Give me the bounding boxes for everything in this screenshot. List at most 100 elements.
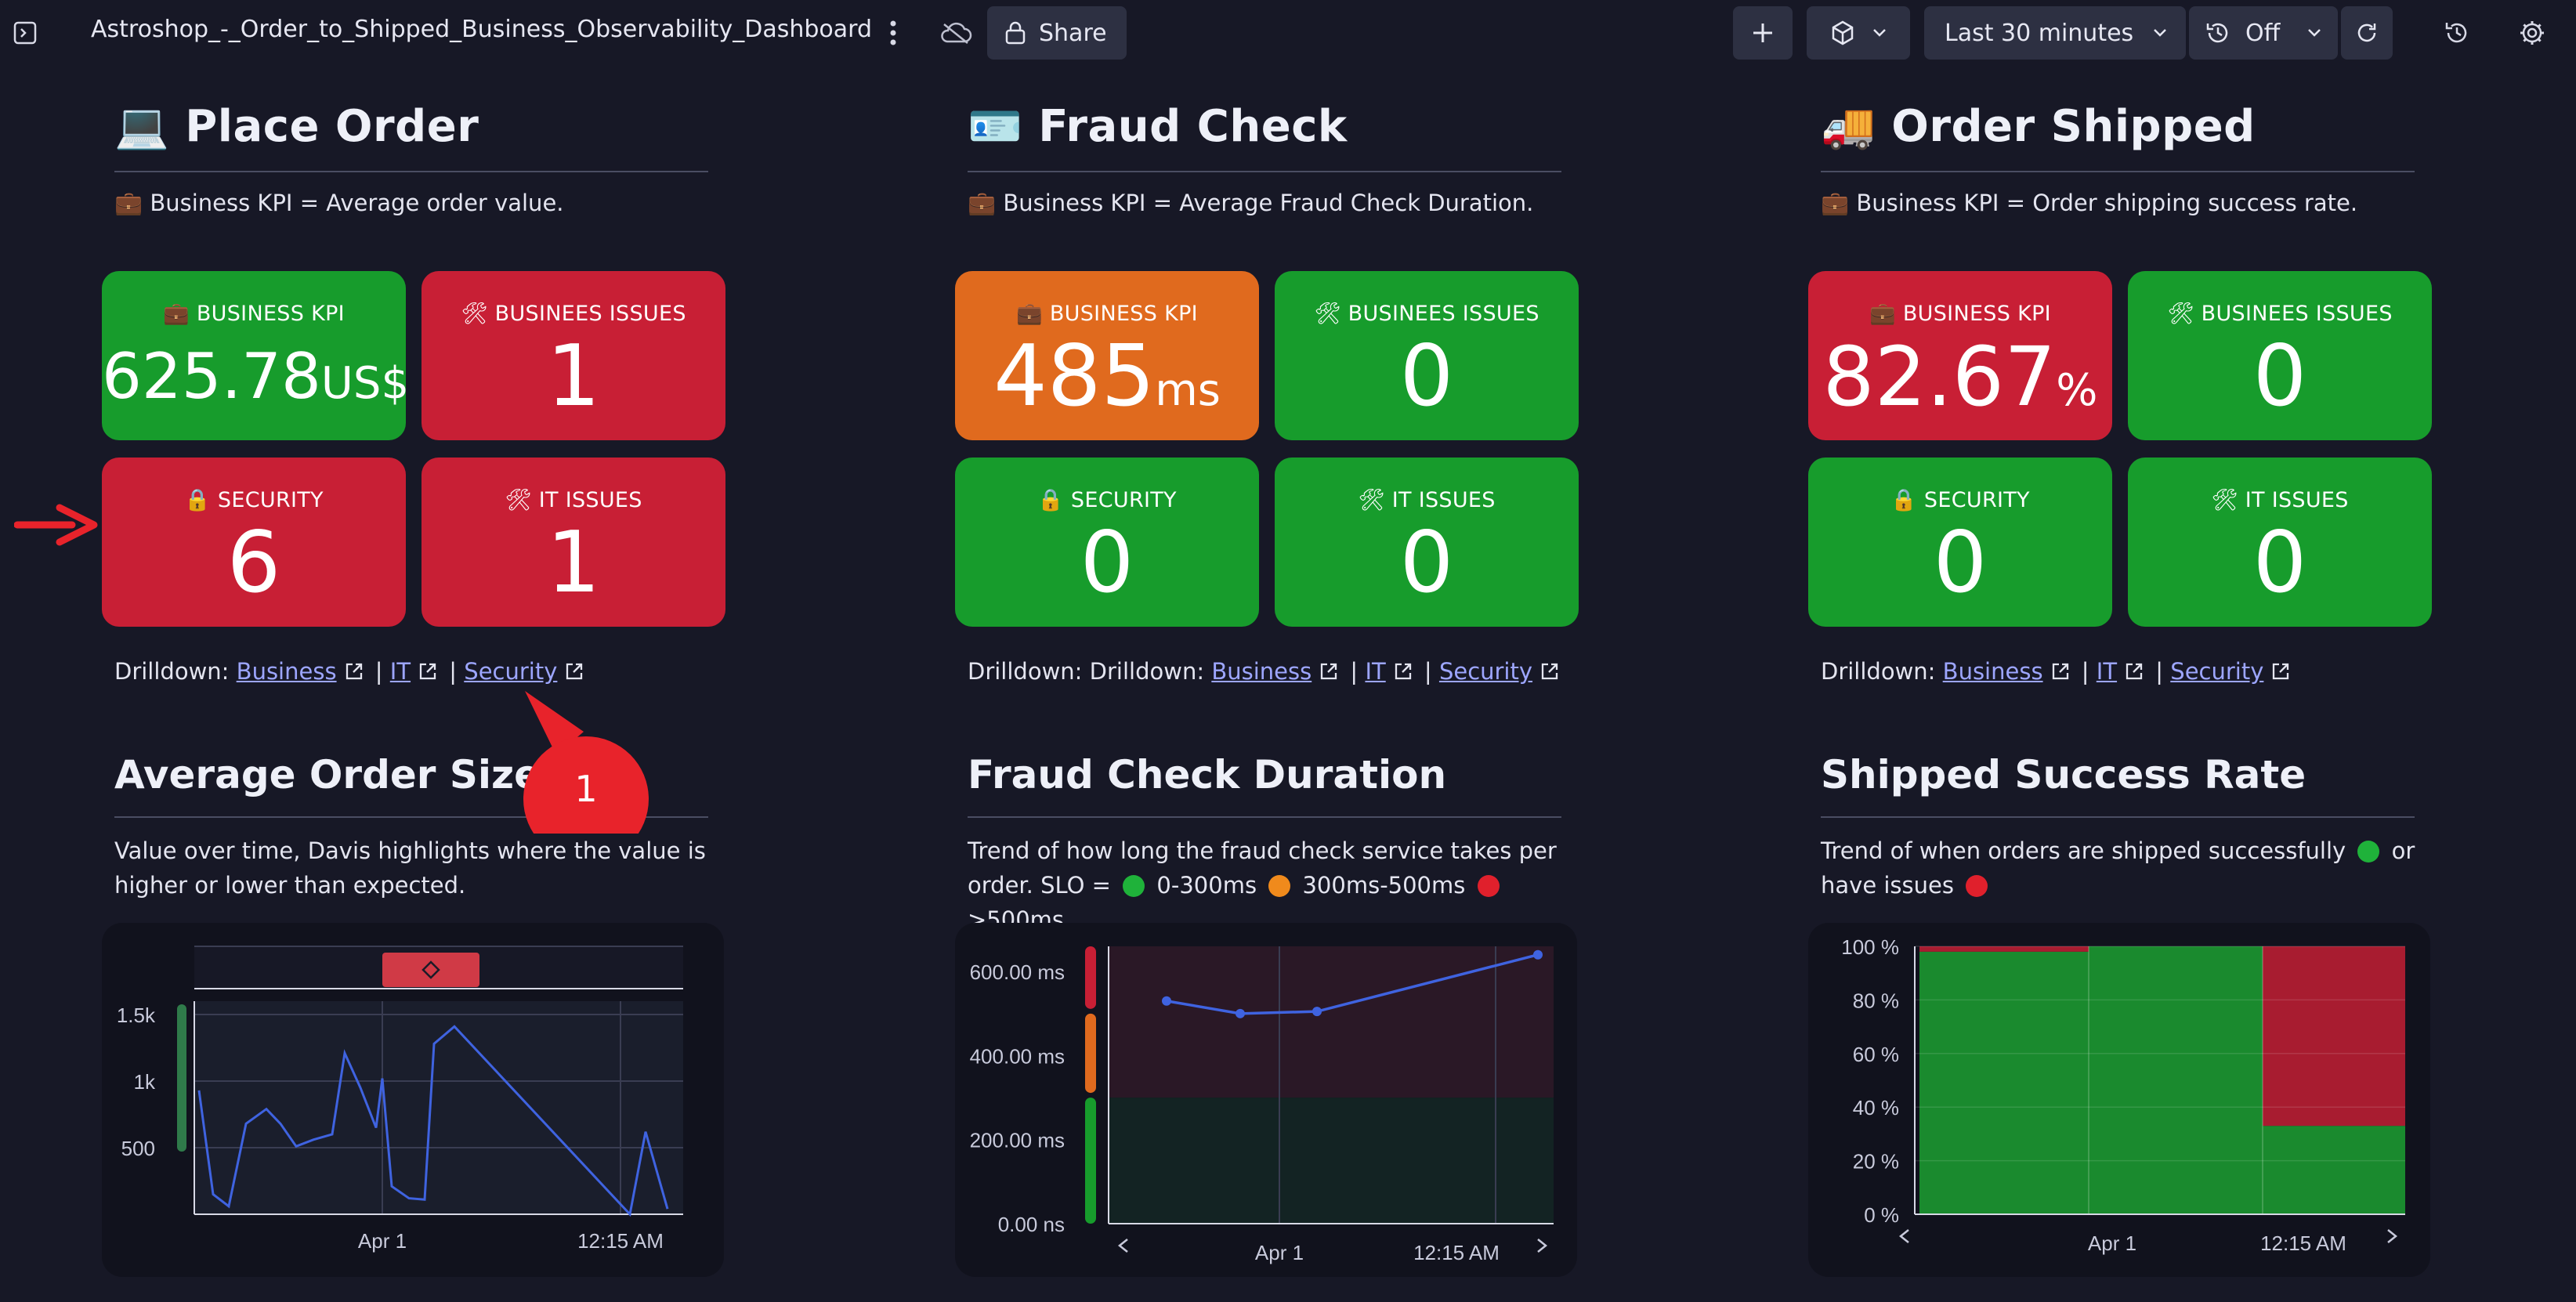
business-issues-tile[interactable]: 🛠 BUSINEES ISSUES 1: [421, 271, 725, 440]
section-heading: 🚚 Order Shipped: [1821, 101, 2256, 152]
business-kpi-tile[interactable]: 💼 BUSINESS KPI 625.78US$: [102, 271, 410, 440]
chart-title: Average Order Size: [114, 752, 541, 797]
tile-label: 🛠 IT ISSUES: [2211, 488, 2349, 512]
chart-svg: 600.00 ms 400.00 ms 200.00 ms 0.00 ns Apr 1 1…: [970, 946, 1554, 1264]
business-drilldown-link[interactable]: Business: [1943, 658, 2043, 685]
section-heading: 🪪 Fraud Check: [968, 101, 1348, 152]
tile-value: 0: [1933, 514, 1988, 612]
x-tick-label: 12:15 AM: [2260, 1231, 2346, 1255]
slo-orange-bar: [1085, 1013, 1096, 1094]
tile-value: 485ms: [993, 327, 1221, 425]
kpi-description: 💼 Business KPI = Average Fraud Check Dur…: [968, 190, 1534, 216]
expected-range-bar: [177, 1004, 186, 1152]
divider: [114, 171, 708, 172]
more-options-icon[interactable]: [879, 17, 907, 49]
red-arrow-annotation: [14, 504, 98, 546]
business-issues-tile[interactable]: 🛠 BUSINEES ISSUES 0: [1275, 271, 1579, 440]
chevron-down-icon: [2308, 29, 2321, 37]
security-drilldown-link[interactable]: Security: [2170, 658, 2263, 685]
tile-label: 🛠 BUSINEES ISSUES: [1314, 302, 1539, 326]
success-bar: [2089, 946, 2263, 1214]
segment-selector-button[interactable]: [1807, 6, 1910, 60]
it-issues-tile[interactable]: 🛠 IT ISSUES 0: [1275, 458, 1579, 627]
tile-value: 1: [546, 327, 601, 425]
divider: [968, 816, 1561, 818]
y-tick-label: 600.00 ms: [970, 960, 1065, 984]
chart-svg: 1.5k 1k 500 Apr 1 12:15 AM: [117, 946, 683, 1253]
tile-value: 625.78US$: [102, 340, 410, 413]
average-order-size-chart[interactable]: 1.5k 1k 500 Apr 1 12:15 AM: [102, 923, 724, 1277]
security-tile[interactable]: 🔒 SECURITY 0: [955, 458, 1259, 627]
chart-title: Shipped Success Rate: [1821, 752, 2306, 797]
tile-label: 🛠 BUSINEES ISSUES: [461, 302, 686, 326]
tile-label: 🛠 IT ISSUES: [1358, 488, 1496, 512]
scroll-left-icon: [1117, 1239, 1128, 1253]
y-tick-label: 40 %: [1853, 1096, 1899, 1119]
tile-value: 0: [1399, 327, 1454, 425]
x-tick-label: Apr 1: [2088, 1231, 2136, 1255]
refresh-button[interactable]: [2341, 6, 2393, 60]
divider: [968, 171, 1561, 172]
data-point: [1312, 1007, 1322, 1017]
security-tile[interactable]: 🔒 SECURITY 0: [1808, 458, 2112, 627]
dashboard-title: Astroshop_-_Order_to_Shipped_Business_Ob…: [91, 16, 872, 43]
history-icon[interactable]: [2441, 17, 2473, 49]
data-point: [1533, 949, 1543, 960]
external-link-icon: [2126, 663, 2143, 680]
tile-label: 💼 BUSINESS KPI: [1016, 302, 1198, 326]
external-link-icon: [419, 663, 436, 680]
business-kpi-tile[interactable]: 💼 BUSINESS KPI 82.67%: [1808, 271, 2112, 440]
auto-refresh-selector[interactable]: Off: [2189, 6, 2338, 60]
chart-description: Trend of when orders are shipped success…: [1821, 837, 2415, 899]
divider: [1821, 816, 2415, 818]
fraud-check-duration-chart[interactable]: 600.00 ms 400.00 ms 200.00 ms 0.00 ns Apr 1 1…: [955, 923, 1577, 1277]
tile-value: 0: [2252, 327, 2307, 425]
y-tick-label: 500: [121, 1137, 155, 1160]
y-tick-label: 1.5k: [117, 1004, 156, 1027]
data-point: [1236, 1008, 1245, 1018]
add-tile-button[interactable]: [1733, 6, 1793, 60]
it-drilldown-link[interactable]: IT: [2097, 658, 2117, 685]
shipped-success-rate-chart[interactable]: 100 % 80 % 60 % 40 % 20 % 0 % Apr 1 12:15 AM: [1808, 923, 2430, 1277]
y-tick-label: 0 %: [1864, 1203, 1899, 1227]
external-link-icon: [2273, 663, 2289, 680]
chart-description: Value over time, Davis highlights where …: [114, 837, 706, 899]
cube-icon: [1832, 20, 1854, 45]
divider: [1821, 171, 2415, 172]
settings-gear-icon[interactable]: [2516, 17, 2548, 49]
business-kpi-tile[interactable]: 💼 BUSINESS KPI 485ms: [955, 271, 1259, 440]
chevron-down-icon: [1873, 29, 1886, 37]
it-issues-tile[interactable]: 🛠 IT ISSUES 0: [2128, 458, 2432, 627]
business-issues-tile[interactable]: 🛠 BUSINEES ISSUES 0: [2128, 271, 2432, 440]
section-heading: 💻 Place Order: [114, 101, 479, 152]
business-drilldown-link[interactable]: Business: [237, 658, 337, 685]
x-tick-label: 12:15 AM: [577, 1229, 664, 1253]
share-label: Share: [1039, 19, 1107, 47]
tile-value: 6: [226, 514, 281, 612]
success-bar: [1919, 951, 2089, 1214]
top-bar: Astroshop_-_Order_to_Shipped_Business_Ob…: [0, 0, 2576, 66]
chart-svg: 100 % 80 % 60 % 40 % 20 % 0 % Apr 1 12:15 AM: [1841, 935, 2405, 1255]
red-circle-icon: [1966, 875, 1988, 897]
threshold-band-ok: [1109, 1098, 1554, 1224]
external-link-icon: [1541, 663, 1558, 680]
scroll-right-icon: [1537, 1239, 1548, 1253]
tile-value: 0: [1399, 514, 1454, 612]
sidebar-toggle-icon[interactable]: [11, 19, 39, 47]
red-circle-icon: [1477, 875, 1500, 897]
tile-value: 82.67%: [1822, 329, 2098, 425]
it-drilldown-link[interactable]: IT: [1365, 658, 1385, 685]
timeframe-selector[interactable]: Last 30 minutes: [1924, 6, 2186, 60]
business-drilldown-link[interactable]: Business: [1211, 658, 1312, 685]
tile-value: 0: [2252, 514, 2307, 612]
security-drilldown-link[interactable]: Security: [1439, 658, 1532, 685]
it-drilldown-link[interactable]: IT: [390, 658, 411, 685]
it-issues-tile[interactable]: 🛠 IT ISSUES 1: [421, 458, 725, 627]
y-tick-label: 0.00 ns: [998, 1213, 1065, 1236]
y-tick-label: 100 %: [1841, 935, 1899, 959]
security-tile[interactable]: 🔒 SECURITY 6: [102, 458, 406, 627]
lock-icon: [1005, 21, 1026, 45]
green-circle-icon: [2357, 841, 2380, 863]
share-button[interactable]: Share: [987, 6, 1127, 60]
external-link-icon: [1395, 663, 1411, 680]
